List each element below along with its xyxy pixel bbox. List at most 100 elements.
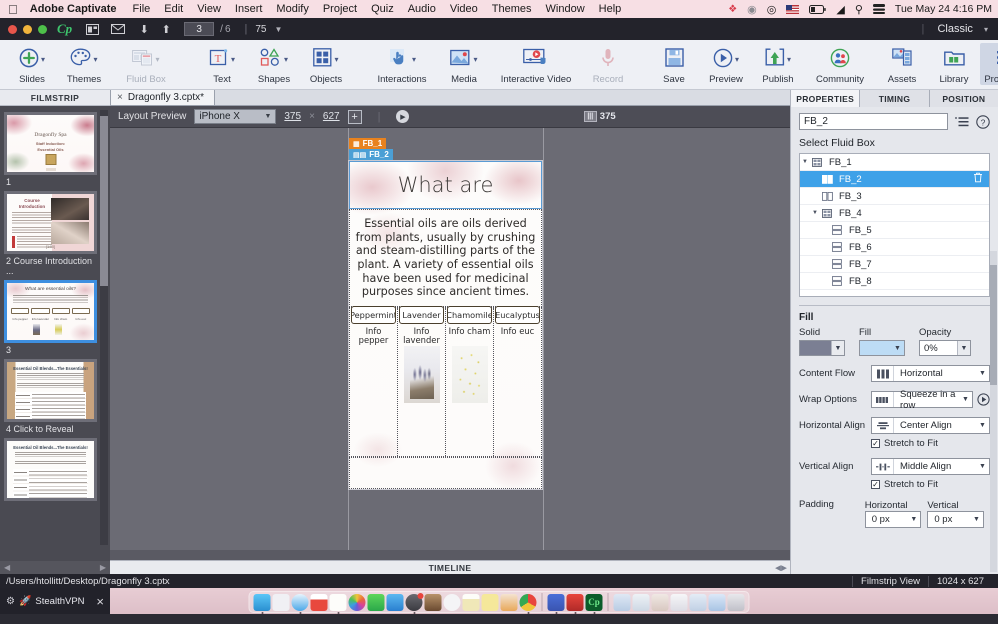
reminders-icon[interactable]	[463, 594, 480, 611]
chevron-down-icon[interactable]: ▾	[412, 55, 416, 64]
chevron-down-icon[interactable]: ▾	[787, 55, 791, 64]
timeline-panel-header[interactable]: TIMELINE ◀▶	[110, 560, 790, 574]
menu-modify[interactable]: Modify	[276, 3, 308, 15]
fluidbox-tag-fb1[interactable]: ▦ FB_1	[349, 138, 386, 149]
tree-row-fb4[interactable]: ▼ FB_4	[800, 205, 989, 222]
preview-height[interactable]: 627	[323, 111, 340, 122]
horizontal-stretch-checkbox[interactable]: ✓	[871, 439, 880, 448]
fill-color-picker[interactable]: ▼	[859, 340, 905, 356]
fluidbox-fb8-column[interactable]: Eucalyptus Info euc	[494, 308, 541, 456]
lavender-photo[interactable]	[404, 346, 440, 403]
menu-project[interactable]: Project	[323, 3, 357, 15]
fluidbox-bottom-region[interactable]	[349, 457, 542, 489]
padding-horizontal-input[interactable]: 0 px ▼	[865, 511, 922, 528]
trash-icon[interactable]	[728, 594, 745, 611]
vertical-align-select[interactable]: Middle Align ▼	[871, 458, 990, 475]
globe-icon[interactable]: ◉	[747, 3, 757, 16]
chevron-down-icon[interactable]: ▼	[907, 516, 920, 523]
fluidbox-fb5-column[interactable]: Peppermint Info pepper	[350, 308, 398, 456]
previous-slide-icon[interactable]: ⬇	[136, 22, 152, 36]
tab-properties[interactable]: PROPERTIES	[791, 90, 860, 107]
fluidbox-fb3-body[interactable]: Essential oils are oils derived from pla…	[349, 209, 542, 307]
filmstrip-scroll[interactable]: Dragonfly Spa Staff Induction: Essential…	[0, 106, 110, 561]
filmstrip-toggle-icon[interactable]	[84, 22, 100, 36]
filmstrip-slide-2[interactable]: Course Introduction [1:00] 2 Course Intr…	[4, 191, 99, 276]
mail-icon[interactable]	[387, 594, 404, 611]
device-select[interactable]: iPhone X ▼	[194, 109, 276, 124]
calendar-icon[interactable]	[311, 594, 328, 611]
workspace-selector[interactable]: | Classic ▾	[922, 23, 988, 35]
timeline-splitter[interactable]	[110, 550, 790, 560]
slide-thumbnail[interactable]: Course Introduction [1:00]	[4, 191, 97, 254]
filmstrip-scrollbar-thumb[interactable]	[100, 116, 108, 286]
tab-button-chamomile[interactable]: Chamomile	[447, 306, 492, 324]
chevron-down-icon[interactable]: ▼	[959, 396, 972, 403]
tree-row-fb2[interactable]: FB_2	[800, 171, 989, 188]
slide-number-input[interactable]: 3	[184, 22, 214, 36]
add-breakpoint-button[interactable]: +	[348, 110, 362, 124]
save-button[interactable]: Save	[648, 43, 700, 85]
notes-icon[interactable]	[330, 594, 347, 611]
chevron-down-icon[interactable]: ▼	[976, 463, 989, 470]
menu-view[interactable]: View	[197, 3, 221, 15]
opacity-input[interactable]: 0% ▼	[919, 340, 971, 356]
wifi-icon[interactable]: ◢	[836, 3, 844, 16]
tree-row-fb3[interactable]: FB_3	[800, 188, 989, 205]
preview-button[interactable]: ▾ Preview	[700, 43, 752, 85]
fluid-box-button[interactable]: ▾ Fluid Box	[110, 43, 182, 85]
horizontal-align-select[interactable]: Center Align ▼	[871, 417, 990, 434]
menu-video[interactable]: Video	[450, 3, 478, 15]
chevron-down-icon[interactable]: ▾	[41, 55, 45, 64]
filmstrip-slide-1[interactable]: Dragonfly Spa Staff Induction: Essential…	[4, 112, 99, 187]
interactive-video-button[interactable]: Interactive Video	[490, 43, 582, 85]
tab-timing[interactable]: TIMING	[860, 90, 929, 107]
chevron-down-icon[interactable]: ▼	[976, 422, 989, 429]
tab-button-eucalyptus[interactable]: Eucalyptus	[495, 306, 540, 324]
zoom-dropdown-icon[interactable]: ▼	[275, 25, 283, 34]
content-flow-select[interactable]: Horizontal ▼	[871, 365, 990, 382]
padding-vertical-input[interactable]: 0 px ▼	[927, 511, 984, 528]
close-window-button[interactable]	[8, 25, 17, 34]
fluidbox-fb7-column[interactable]: Chamomile Info cham	[446, 308, 494, 456]
timeline-expand-icon[interactable]: ◀▶	[775, 564, 787, 572]
assets-button[interactable]: Assets	[876, 43, 928, 85]
chevron-down-icon[interactable]: ▼	[831, 341, 844, 355]
settings-icon[interactable]	[406, 594, 423, 611]
slide-thumbnail[interactable]: Essential Oil Blends...The Essentials!	[4, 359, 97, 422]
safari-icon[interactable]	[292, 594, 309, 611]
trash-icon[interactable]	[973, 172, 983, 186]
dropbox-icon[interactable]: ❖	[728, 4, 737, 15]
library-button[interactable]: Library	[928, 43, 980, 85]
vertical-stretch-checkbox[interactable]: ✓	[871, 480, 880, 489]
minimize-window-button[interactable]	[23, 25, 32, 34]
chamomile-photo[interactable]	[452, 346, 488, 403]
chevron-down-icon[interactable]: ▾	[93, 55, 97, 64]
tree-row-fb7[interactable]: FB_7	[800, 256, 989, 273]
doc-icon-4[interactable]	[671, 594, 688, 611]
twisty-icon[interactable]: ▼	[800, 159, 810, 165]
publish-button[interactable]: ▾ Publish	[752, 43, 804, 85]
chrome-icon[interactable]	[520, 594, 537, 611]
close-icon[interactable]: ×	[96, 594, 104, 609]
flag-us-icon[interactable]	[786, 5, 799, 14]
chevron-down-icon[interactable]: ▼	[891, 341, 904, 355]
fluidbox-fb6-column[interactable]: Lavender Info lavender	[398, 308, 446, 456]
preview-width[interactable]: 375	[284, 111, 301, 122]
fluidbox-fb2-title[interactable]: What are	[349, 161, 542, 209]
apple-logo-icon[interactable]: 	[8, 3, 18, 16]
zoom-level[interactable]: 75	[255, 24, 266, 35]
battery-icon[interactable]	[809, 5, 826, 14]
doc-icon-1[interactable]	[614, 594, 631, 611]
objects-button[interactable]: ▾ Objects	[300, 43, 352, 85]
filmstrip-slide-3[interactable]: What are essential oils? Info pepperInfo…	[4, 280, 99, 355]
slide-thumbnail[interactable]: Essential Oil Blends...The Essentials!	[4, 438, 97, 501]
slide-stage[interactable]: ▦ FB_1 ▤▤ FB_2 What are Essential oils a…	[348, 160, 543, 490]
finder-icon[interactable]	[254, 594, 271, 611]
wrap-options-select[interactable]: Squeeze in a row ▼	[871, 391, 973, 408]
play-icon[interactable]: ▶	[396, 110, 409, 123]
doc-icon-5[interactable]	[690, 594, 707, 611]
media-button[interactable]: ▾ Media	[438, 43, 490, 85]
menu-insert[interactable]: Insert	[235, 3, 263, 15]
menu-file[interactable]: File	[133, 3, 151, 15]
chevron-down-icon[interactable]: ▾	[735, 55, 739, 64]
